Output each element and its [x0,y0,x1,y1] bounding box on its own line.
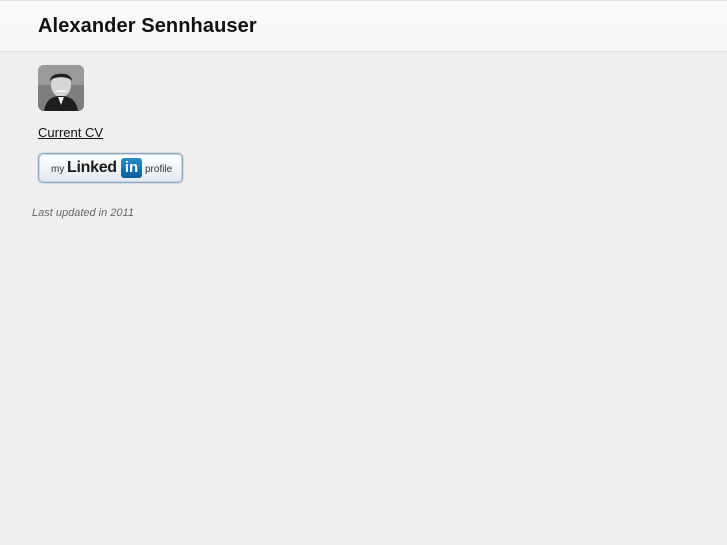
person-portrait-icon [38,65,84,111]
linkedin-in-icon: in [121,158,142,178]
linkedin-profile-badge[interactable]: my Linked in profile [38,153,183,183]
page-title: Alexander Sennhauser [38,15,257,37]
current-cv-link[interactable]: Current CV [38,125,103,140]
avatar [38,65,84,111]
linkedin-badge-profile: profile [145,164,173,175]
linkedin-badge-my: my [51,164,65,175]
header-bar: Alexander Sennhauser [0,0,727,52]
page: Alexander Sennhauser Current CV my Linke… [0,0,727,545]
last-updated-text: Last updated in 2011 [32,207,134,219]
linkedin-badge-linked: Linked [67,159,117,176]
